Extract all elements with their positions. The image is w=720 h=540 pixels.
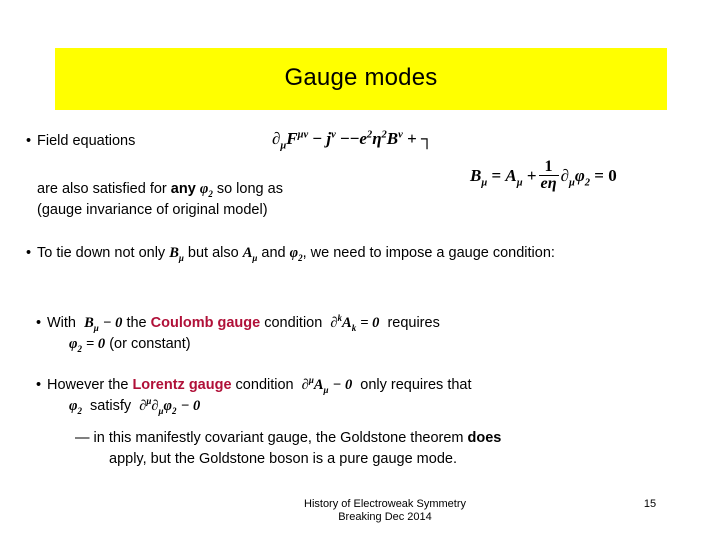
lorentz-line-1: However the Lorentz gauge condition ∂μAμ… <box>47 375 712 396</box>
tie-down-part3: and <box>257 245 290 261</box>
footer-line-1: History of Electroweak Symmetry <box>304 498 466 510</box>
eq2-frac-numerator: 1 <box>544 158 553 175</box>
eq2-equals-1: = <box>491 165 502 185</box>
eq2-B-sub: μ <box>481 177 488 189</box>
tie-down-A: A <box>242 245 253 261</box>
satisfied-line: are also satisfied for any φ2 so long as <box>37 179 283 200</box>
eq1-j-sup: ν <box>331 129 336 141</box>
eq2-A-sub: μ <box>516 177 523 189</box>
coulomb-part3: condition <box>260 315 327 331</box>
eq1-F: F <box>286 129 298 148</box>
coulomb-phi-sub: 2 <box>77 343 82 354</box>
coulomb-part1: With <box>47 315 81 331</box>
bullet-tie-down: To tie down not only Bμ but also Aμ and … <box>37 243 697 264</box>
footer-text: History of Electroweak Symmetry Breaking… <box>220 498 550 524</box>
eq2-equals-2: = <box>594 165 604 185</box>
satisfied-any-bold: any <box>170 181 196 197</box>
covariant-line-1: — in this manifestly covariant gauge, th… <box>75 428 695 449</box>
lorentz-gauge-name: Lorentz gauge <box>132 377 232 393</box>
eq2-frac-denominator: eη <box>538 175 559 193</box>
eq1-B: B <box>386 129 399 148</box>
eq1-minus-1: − <box>312 129 323 148</box>
eq1-trailing-glyph: ┐ <box>421 129 434 148</box>
eq2-B: B <box>470 165 482 185</box>
tie-down-part4: , we need to impose a gauge condition: <box>302 245 555 261</box>
coulomb-line-1: With Bμ − 0 the Coulomb gauge condition … <box>47 313 712 334</box>
lorentz-part3: only requires that <box>360 377 472 393</box>
lorentz-phi-sub: 2 <box>77 405 82 416</box>
eq2-frac-den-eta: η <box>547 175 557 193</box>
lorentz-A: A <box>313 377 324 393</box>
coulomb-line-2: φ2 = 0 (or constant) <box>47 334 712 355</box>
lorentz-phi-2-sub: 2 <box>172 405 177 416</box>
equation-gauge-transformation: Bμ = Aμ +1 eη ∂μφ2 = 0 <box>470 158 617 194</box>
page-number: 15 <box>643 498 657 510</box>
slide-canvas: Gauge modes Field equations ∂μFμν − jν −… <box>0 0 720 540</box>
eq1-minus-2: − <box>340 129 350 148</box>
eq1-plus: + <box>407 129 417 148</box>
tie-down-part1: To tie down not only <box>37 245 170 261</box>
eq2-A: A <box>505 165 517 185</box>
eq1-e: e <box>359 129 367 148</box>
tie-down-B: B <box>169 245 179 261</box>
satisfied-phi-sub: 2 <box>208 188 213 199</box>
eq2-phi-sub: 2 <box>584 177 591 189</box>
eq1-F-sup: μν <box>297 129 309 141</box>
coulomb-A-sub: k <box>351 322 357 333</box>
paragraph-covariant-gauge: — in this manifestly covariant gauge, th… <box>75 428 695 470</box>
eq2-del: ∂ <box>560 165 569 185</box>
field-equations-label: Field equations <box>37 133 136 149</box>
lorentz-minus-zero: − 0 <box>332 377 353 393</box>
bullet-field-equations: Field equations <box>37 131 135 152</box>
eq2-phi: φ <box>574 165 585 185</box>
covariant-does-bold: does <box>467 430 502 446</box>
equation-field-equations: ∂μFμν − jν −−e2η2Bν + ┐ <box>272 128 434 151</box>
eq2-plus: + <box>526 165 537 185</box>
page-title: Gauge modes <box>284 64 438 91</box>
bullet-coulomb-gauge: With Bμ − 0 the Coulomb gauge condition … <box>47 313 712 355</box>
title-banner: Gauge modes <box>55 48 667 110</box>
coulomb-or-constant: (or constant) <box>109 336 191 352</box>
lorentz-phi-2: φ <box>163 398 173 414</box>
lorentz-del-2: ∂ <box>151 398 159 414</box>
coulomb-part2: the <box>122 315 151 331</box>
lorentz-part2: condition <box>231 377 298 393</box>
eq1-B-sup: ν <box>398 129 403 141</box>
tie-down-phi: φ <box>289 245 299 261</box>
satisfied-suffix: so long as <box>216 181 283 197</box>
lorentz-del: ∂ <box>301 377 309 393</box>
covariant-line1-text: in this manifestly covariant gauge, the … <box>89 430 468 446</box>
gauge-invariance-note: (gauge invariance of original model) <box>37 202 268 218</box>
tie-down-part2: but also <box>183 245 243 261</box>
coulomb-A: A <box>342 315 352 331</box>
em-dash-marker: — <box>75 430 90 446</box>
bullet-lorentz-gauge: However the Lorentz gauge condition ∂μAμ… <box>47 375 712 417</box>
covariant-line-2: apply, but the Goldstone boson is a pure… <box>109 451 457 467</box>
eq1-eta: η <box>372 129 382 148</box>
eq1-minus-3: − <box>349 129 360 148</box>
lorentz-line-2: φ2 satisfy ∂μ∂μφ2 − 0 <box>47 396 712 417</box>
coulomb-B-sub: μ <box>93 322 99 333</box>
satisfied-prefix: are also satisfied for <box>37 181 171 197</box>
coulomb-eq-zero: = 0 <box>360 315 380 331</box>
footer-line-2: Breaking Dec 2014 <box>338 511 432 523</box>
eq2-zero: 0 <box>608 165 617 185</box>
coulomb-part4: requires <box>387 315 440 331</box>
coulomb-gauge-name: Coulomb gauge <box>150 315 261 331</box>
coulomb-del: ∂ <box>330 315 338 331</box>
eq2-frac-den-e: e <box>540 175 548 193</box>
coulomb-phi-eq-zero: = 0 <box>86 336 106 352</box>
lorentz-line2-minus-zero: − 0 <box>180 398 201 414</box>
paragraph-gauge-invariance: are also satisfied for any φ2 so long as… <box>37 179 283 221</box>
coulomb-B-minus-zero: − 0 <box>102 315 123 331</box>
eq2-fraction: 1 eη <box>538 158 559 193</box>
lorentz-A-sub: μ <box>323 384 329 395</box>
lorentz-satisfy: satisfy <box>90 398 132 414</box>
lorentz-part1: However the <box>47 377 133 393</box>
coulomb-B: B <box>84 315 94 331</box>
